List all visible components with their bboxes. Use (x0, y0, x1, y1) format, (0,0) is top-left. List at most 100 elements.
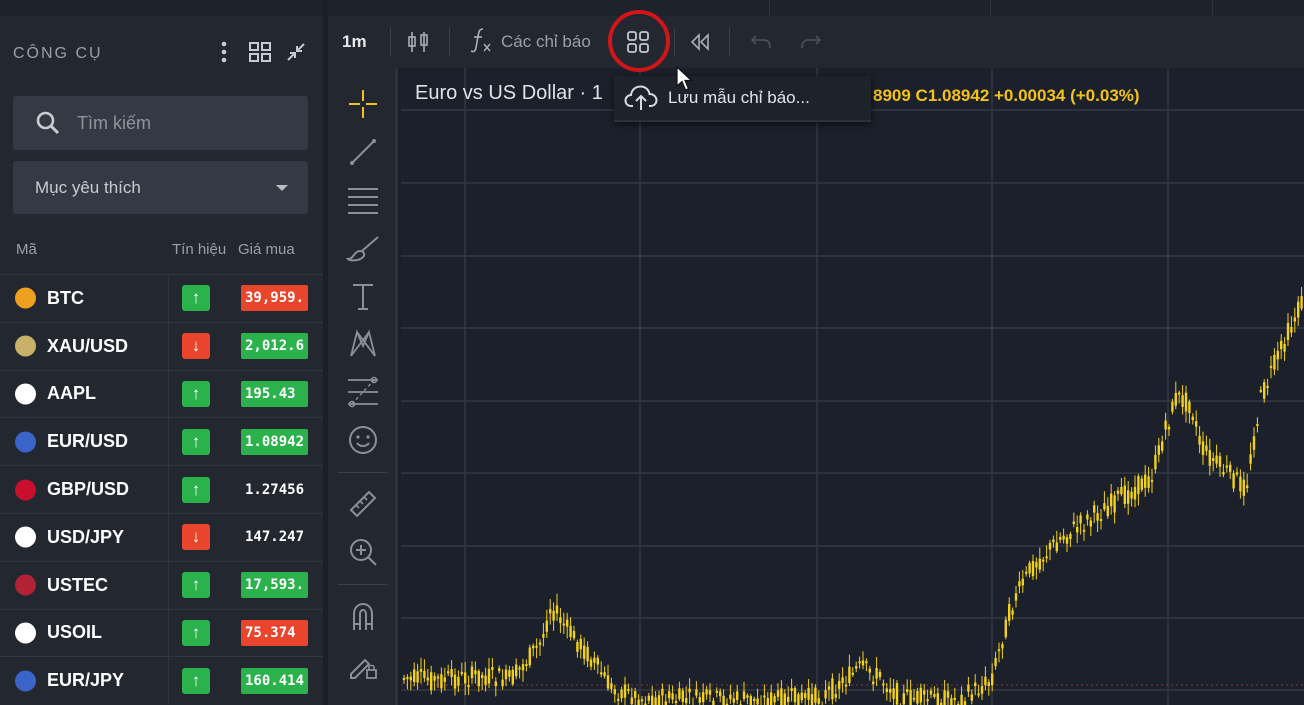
column-header-bid: Giá mua (238, 241, 295, 258)
undo-icon[interactable] (750, 16, 772, 68)
toolbar-divider (449, 28, 450, 56)
instrument-flag-icon (15, 622, 36, 644)
instrument-flag-icon (15, 670, 36, 692)
column-divider (168, 370, 169, 418)
trend-line-icon[interactable] (345, 134, 381, 170)
instrument-flag-icon (15, 479, 36, 501)
instrument-flag-icon (15, 574, 36, 596)
ohlc-values: 8909 C1.08942 +0.00034 (+0.03%) (873, 86, 1140, 105)
column-divider (168, 513, 169, 561)
candlestick-icon[interactable] (406, 16, 430, 68)
arrow-up-icon: ↑ (182, 619, 210, 646)
tools-divider (338, 472, 388, 473)
column-header-symbol: Mã (16, 241, 37, 258)
column-divider (168, 275, 169, 322)
lock-drawing-icon[interactable] (345, 646, 381, 682)
tools-divider (338, 584, 388, 585)
cloud-upload-icon (624, 84, 660, 112)
indicators-label: Các chỉ báo (501, 32, 591, 51)
magnet-icon[interactable] (345, 598, 381, 634)
arrow-up-icon: ↑ (182, 380, 210, 407)
bid-price: 17,593. (241, 572, 308, 599)
chevron-down-icon (276, 184, 288, 191)
bid-price: 75.374 (241, 619, 308, 646)
emoji-icon[interactable] (345, 422, 381, 458)
search-input[interactable] (77, 112, 277, 134)
chart-toolbar: 1m Các chỉ báo (328, 16, 1304, 68)
column-divider (168, 657, 169, 705)
column-divider (168, 466, 169, 513)
brush-icon[interactable] (345, 230, 381, 266)
pattern-icon[interactable] (345, 326, 381, 362)
toolbar-divider (674, 28, 675, 56)
instrument-row[interactable]: USTEC ↑ 17,593. (0, 560, 323, 609)
bid-price: 2,012.6 (241, 333, 308, 360)
instrument-row[interactable]: XAU/USD ↓ 2,012.6 (0, 321, 323, 370)
instrument-symbol: EUR/JPY (47, 670, 125, 691)
arrow-up-icon: ↑ (182, 476, 210, 503)
arrow-up-icon: ↑ (182, 285, 210, 312)
instrument-flag-icon (15, 431, 36, 453)
indicators-button[interactable]: Các chỉ báo (469, 16, 591, 68)
horizontal-lines-icon[interactable] (345, 182, 381, 218)
instrument-symbol: USOIL (47, 622, 103, 643)
instrument-symbol: BTC (47, 287, 84, 308)
watchlist-dropdown[interactable]: Mục yêu thích (13, 161, 308, 214)
arrow-up-icon: ↑ (182, 572, 210, 599)
bid-price: 1.27456 (245, 481, 305, 498)
watchlist-dropdown-value: Mục yêu thích (35, 177, 141, 197)
instrument-row[interactable]: BTC ↑ 39,959. (0, 274, 323, 322)
ruler-icon[interactable] (345, 486, 381, 522)
instrument-row[interactable]: GBP/USD ↑ 1.27456 (0, 465, 323, 513)
toolbar-divider (390, 28, 391, 56)
column-divider (168, 322, 169, 370)
chart-symbol-title: Euro vs US Dollar · 1 (415, 82, 603, 104)
instrument-flag-icon (15, 287, 36, 309)
instrument-symbol: AAPL (47, 383, 96, 404)
arrow-down-icon: ↓ (182, 524, 210, 551)
arrow-up-icon: ↑ (182, 667, 210, 694)
instrument-symbol: USTEC (47, 574, 109, 595)
search-icon (35, 110, 61, 136)
crosshair-icon[interactable] (345, 86, 381, 122)
interval-button[interactable]: 1m (342, 16, 367, 68)
redo-icon[interactable] (800, 16, 822, 68)
column-divider (168, 561, 169, 609)
bid-price: 160.414 (241, 667, 308, 694)
bid-price: 147.247 (245, 529, 305, 546)
instrument-symbol: USD/JPY (47, 526, 125, 547)
panel-actions (213, 40, 307, 64)
bid-price: 195.43 (241, 380, 308, 407)
price-chart[interactable]: Euro vs US Dollar · 1 8909 C1.08942 +0.0… (401, 68, 1304, 705)
arrow-down-icon: ↓ (182, 333, 210, 360)
bid-price: 39,959. (241, 285, 308, 312)
function-icon (469, 26, 493, 59)
instrument-row[interactable]: USD/JPY ↓ 147.247 (0, 512, 323, 561)
column-divider (168, 418, 169, 466)
instrument-row[interactable]: USOIL ↑ 75.374 (0, 608, 323, 657)
search-box (13, 96, 308, 150)
instrument-row[interactable]: EUR/JPY ↑ 160.414 (0, 656, 323, 705)
text-icon[interactable] (345, 278, 381, 314)
instrument-symbol: EUR/USD (47, 431, 129, 452)
more-vertical-icon[interactable] (213, 40, 235, 64)
instrument-row[interactable]: EUR/USD ↑ 1.08942 (0, 417, 323, 466)
arrow-up-icon: ↑ (182, 428, 210, 455)
collapse-icon[interactable] (285, 40, 307, 64)
zoom-in-icon[interactable] (345, 534, 381, 570)
fib-levels-icon[interactable] (345, 374, 381, 410)
save-indicator-template-menu-item[interactable]: Lưu mẫu chỉ báo... (614, 76, 871, 122)
instrument-flag-icon (15, 383, 36, 405)
column-header-signal: Tín hiệu (172, 241, 227, 258)
top-strip (328, 0, 1304, 16)
chart-canvas (401, 68, 1304, 705)
grid-layout-icon[interactable] (249, 40, 271, 64)
drawing-toolbar (328, 68, 398, 705)
replay-icon[interactable] (688, 16, 710, 68)
instruments-panel: CÔNG CỤ Mục yêu thích Mã Tín hiệu Giá mu… (0, 0, 323, 705)
highlight-circle (608, 10, 670, 72)
trading-app: CÔNG CỤ Mục yêu thích Mã Tín hiệu Giá mu… (0, 0, 1304, 705)
instrument-flag-icon (15, 526, 36, 548)
bid-price: 1.08942 (241, 428, 308, 455)
instrument-row[interactable]: AAPL ↑ 195.43 (0, 369, 323, 418)
